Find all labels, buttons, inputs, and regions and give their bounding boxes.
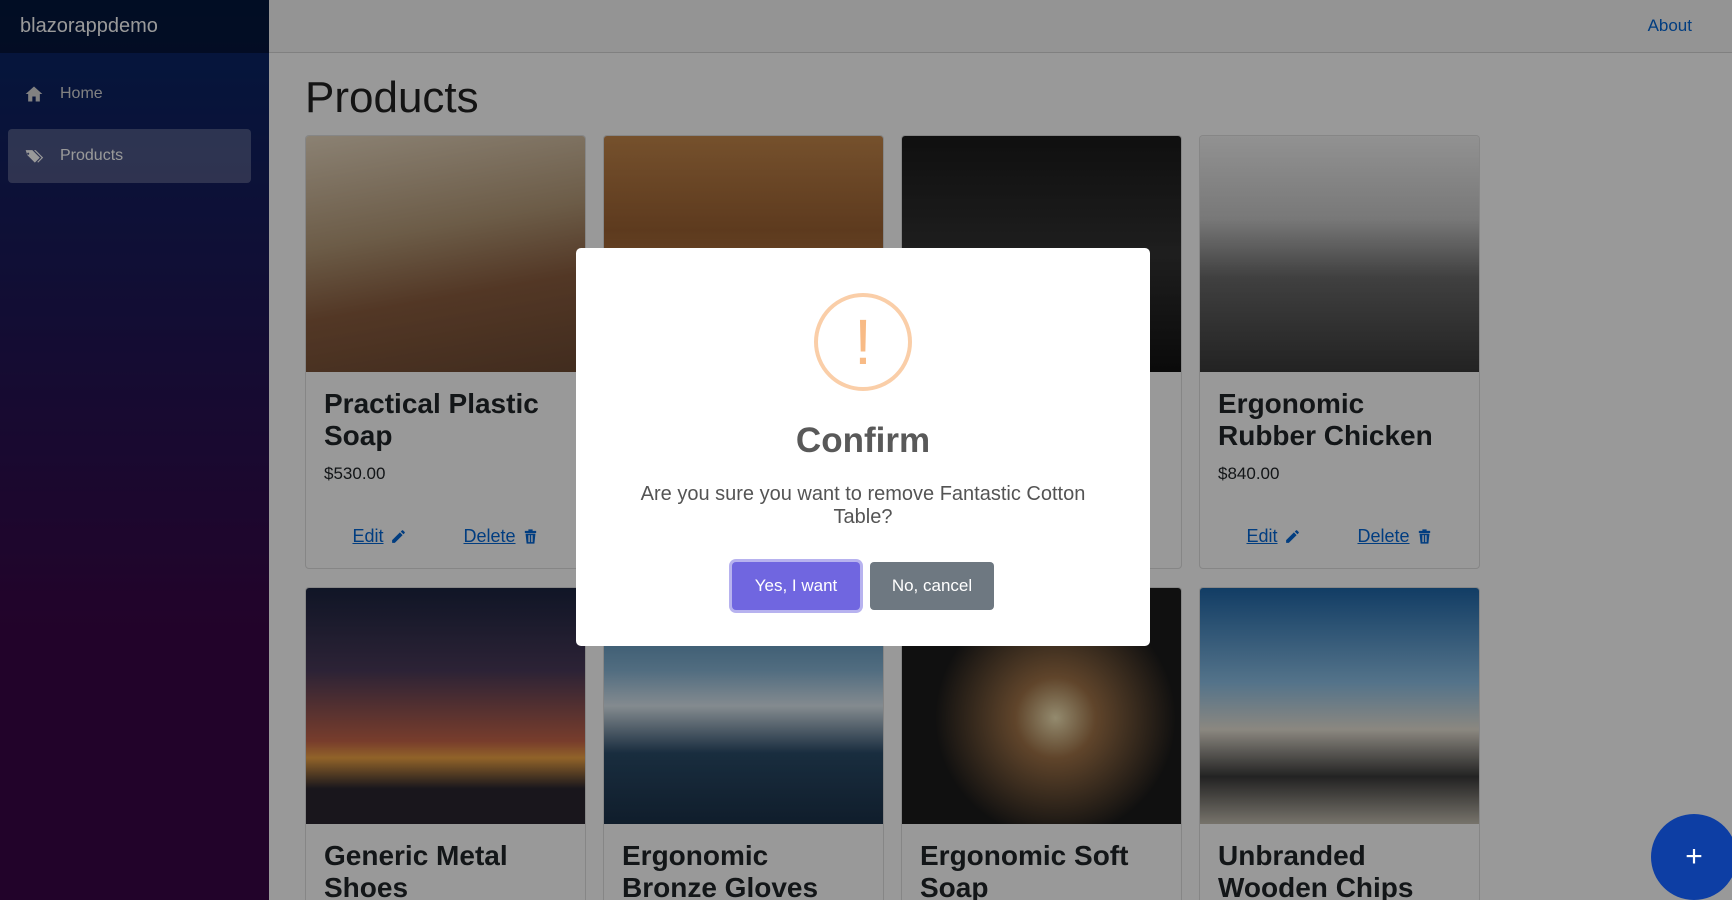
dialog-message: Are you sure you want to remove Fantasti…	[640, 483, 1086, 528]
warning-icon: !	[814, 293, 912, 391]
confirm-dialog: ! Confirm Are you sure you want to remov…	[576, 248, 1150, 646]
add-product-button[interactable]: +	[1651, 814, 1732, 900]
dialog-title: Confirm	[795, 421, 931, 460]
cancel-button[interactable]: No, cancel	[870, 562, 994, 610]
dialog-actions: Yes, I want No, cancel	[576, 562, 1150, 610]
confirm-button[interactable]: Yes, I want	[732, 562, 860, 610]
